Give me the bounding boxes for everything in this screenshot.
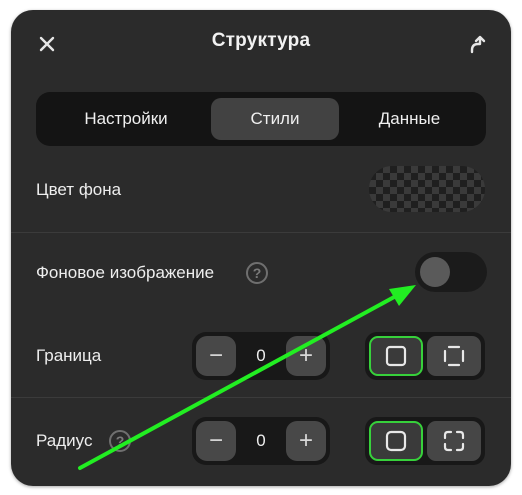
square-icon [385, 345, 407, 367]
background-image-help-icon[interactable]: ? [246, 262, 268, 284]
radius-increment-button[interactable]: + [286, 421, 326, 461]
structure-panel: Структура Настройки Стили Данные Цвет фо… [11, 10, 511, 486]
tab-settings[interactable]: Настройки [42, 98, 210, 140]
panel-title: Структура [211, 30, 311, 51]
border-width-value[interactable]: 0 [236, 332, 286, 380]
border-individual-sides-button[interactable] [427, 336, 481, 376]
background-image-label: Фоновое изображение [36, 263, 215, 282]
border-width-stepper: − 0 + [192, 332, 330, 380]
border-mode-selector [365, 332, 485, 380]
rounded-square-icon [385, 430, 407, 452]
border-label: Граница [36, 346, 102, 365]
radius-label: Радиус [36, 431, 93, 450]
section-divider [11, 397, 511, 398]
radius-decrement-button[interactable]: − [196, 421, 236, 461]
square-dashed-sides-icon [443, 345, 465, 367]
radius-stepper: − 0 + [192, 417, 330, 465]
tab-data[interactable]: Данные [339, 98, 480, 140]
border-all-sides-button[interactable] [369, 336, 423, 376]
background-color-label: Цвет фона [36, 180, 122, 199]
section-divider [11, 232, 511, 233]
radius-value[interactable]: 0 [236, 417, 286, 465]
background-image-toggle[interactable] [415, 252, 487, 292]
tab-styles[interactable]: Стили [211, 98, 339, 140]
radius-all-corners-button[interactable] [369, 421, 423, 461]
style-tabs: Настройки Стили Данные [36, 92, 486, 146]
background-color-swatch[interactable] [369, 166, 485, 212]
corners-icon [443, 430, 465, 452]
return-button[interactable] [463, 30, 491, 58]
arrow-turn-up-icon [470, 35, 486, 54]
radius-individual-corners-button[interactable] [427, 421, 481, 461]
radius-mode-selector [365, 417, 485, 465]
panel-header: Структура [11, 10, 511, 74]
radius-help-icon[interactable]: ? [109, 430, 131, 452]
toggle-knob [420, 257, 450, 287]
border-increment-button[interactable]: + [286, 336, 326, 376]
border-decrement-button[interactable]: − [196, 336, 236, 376]
